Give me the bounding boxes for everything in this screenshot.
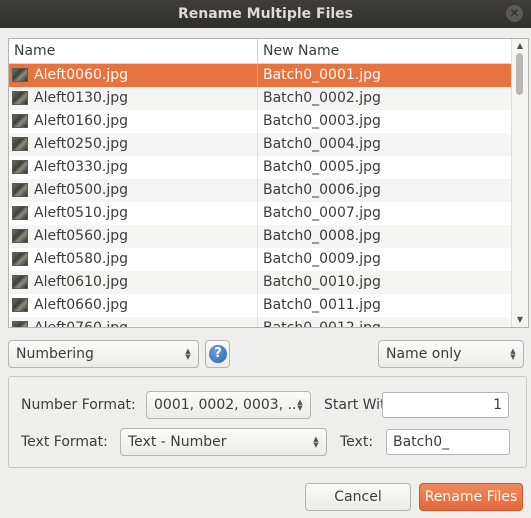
new-name-cell: Batch0_0005.jpg — [263, 159, 381, 175]
scope-value: Name only — [386, 346, 462, 362]
table-row[interactable]: Aleft0580.jpg Batch0_0009.jpg — [9, 248, 512, 271]
file-name: Aleft0610.jpg — [34, 274, 128, 290]
window-title: Rename Multiple Files — [177, 6, 353, 22]
image-thumbnail-icon — [12, 91, 28, 105]
list-scrollbar[interactable]: ▲ ▼ — [511, 39, 528, 327]
scroll-down-icon[interactable]: ▼ — [515, 315, 525, 325]
new-name-cell: Batch0_0006.jpg — [263, 182, 381, 198]
new-name-cell: Batch0_0012.jpg — [263, 320, 381, 328]
file-name: Aleft0500.jpg — [34, 182, 128, 198]
image-thumbnail-icon — [12, 321, 28, 327]
updown-arrows-icon: ▲ ▼ — [510, 347, 516, 361]
new-name-cell: Batch0_0002.jpg — [263, 90, 381, 106]
new-name-cell: Batch0_0004.jpg — [263, 136, 381, 152]
table-row[interactable]: Aleft0560.jpg Batch0_0008.jpg — [9, 225, 512, 248]
new-name-cell: Batch0_0009.jpg — [263, 251, 381, 267]
close-icon[interactable]: ✕ — [506, 5, 523, 22]
table-row[interactable]: Aleft0510.jpg Batch0_0007.jpg — [9, 202, 512, 225]
file-name: Aleft0130.jpg — [34, 90, 128, 106]
new-name-cell: Batch0_0008.jpg — [263, 228, 381, 244]
file-name-cell: Aleft0330.jpg — [9, 156, 258, 179]
file-name-cell: Aleft0760.jpg — [9, 317, 258, 328]
help-button[interactable]: ? — [205, 340, 230, 368]
scroll-up-icon[interactable]: ▲ — [515, 41, 525, 51]
file-name-cell: Aleft0500.jpg — [9, 179, 258, 202]
number-format-select[interactable]: 0001, 0002, 0003, ... ▲ ▼ — [146, 391, 311, 419]
file-name-cell: Aleft0060.jpg — [9, 64, 258, 87]
table-row[interactable]: Aleft0060.jpg Batch0_0001.jpg — [9, 64, 512, 87]
scope-select[interactable]: Name only ▲ ▼ — [378, 340, 524, 368]
text-format-value: Text - Number — [128, 434, 227, 450]
file-name-cell: Aleft0610.jpg — [9, 271, 258, 294]
table-row[interactable]: Aleft0160.jpg Batch0_0003.jpg — [9, 110, 512, 133]
image-thumbnail-icon — [12, 206, 28, 220]
table-row[interactable]: Aleft0760.jpg Batch0_0012.jpg — [9, 317, 512, 328]
file-name: Aleft0510.jpg — [34, 205, 128, 221]
image-thumbnail-icon — [12, 160, 28, 174]
updown-arrows-icon: ▲ ▼ — [185, 347, 191, 361]
table-row[interactable]: Aleft0610.jpg Batch0_0010.jpg — [9, 271, 512, 294]
file-name: Aleft0160.jpg — [34, 113, 128, 129]
title-bar: Rename Multiple Files ✕ — [0, 0, 531, 28]
file-list[interactable]: Name New Name Aleft0060.jpg Batch0_0001.j… — [8, 38, 529, 328]
file-name-cell: Aleft0560.jpg — [9, 225, 258, 248]
rename-method-value: Numbering — [16, 346, 94, 362]
image-thumbnail-icon — [12, 183, 28, 197]
file-name: Aleft0330.jpg — [34, 159, 128, 175]
text-field[interactable]: Batch0_ — [386, 429, 510, 455]
rename-files-button[interactable]: Rename Files — [419, 483, 523, 511]
options-panel: Number Format: 0001, 0002, 0003, ... ▲ ▼ … — [8, 376, 527, 468]
number-format-value: 0001, 0002, 0003, ... — [154, 397, 301, 413]
new-name-cell: Batch0_0007.jpg — [263, 205, 381, 221]
file-name-cell: Aleft0510.jpg — [9, 202, 258, 225]
question-icon: ? — [209, 345, 227, 363]
scroll-thumb[interactable] — [516, 53, 523, 95]
number-format-label: Number Format: — [21, 397, 136, 413]
file-name: Aleft0760.jpg — [34, 320, 128, 328]
image-thumbnail-icon — [12, 114, 28, 128]
table-row[interactable]: Aleft0330.jpg Batch0_0005.jpg — [9, 156, 512, 179]
file-name: Aleft0580.jpg — [34, 251, 128, 267]
file-name-cell: Aleft0250.jpg — [9, 133, 258, 156]
image-thumbnail-icon — [12, 252, 28, 266]
image-thumbnail-icon — [12, 137, 28, 151]
image-thumbnail-icon — [12, 275, 28, 289]
file-name: Aleft0660.jpg — [34, 297, 128, 313]
new-name-cell: Batch0_0010.jpg — [263, 274, 381, 290]
table-row[interactable]: Aleft0130.jpg Batch0_0002.jpg — [9, 87, 512, 110]
new-name-cell: Batch0_0001.jpg — [263, 67, 381, 83]
file-name: Aleft0560.jpg — [34, 228, 128, 244]
cancel-button[interactable]: Cancel — [305, 483, 411, 511]
image-thumbnail-icon — [12, 298, 28, 312]
file-name-cell: Aleft0130.jpg — [9, 87, 258, 110]
rename-method-select[interactable]: Numbering ▲ ▼ — [8, 340, 199, 368]
file-name: Aleft0060.jpg — [34, 67, 128, 83]
file-name-cell: Aleft0580.jpg — [9, 248, 258, 271]
column-header-name[interactable]: Name — [9, 39, 258, 63]
column-header-new-name[interactable]: New Name — [258, 39, 512, 63]
text-format-select[interactable]: Text - Number ▲ ▼ — [120, 428, 327, 456]
file-name: Aleft0250.jpg — [34, 136, 128, 152]
table-row[interactable]: Aleft0250.jpg Batch0_0004.jpg — [9, 133, 512, 156]
updown-arrows-icon: ▲ ▼ — [313, 435, 319, 449]
updown-arrows-icon: ▲ ▼ — [296, 398, 304, 413]
table-row[interactable]: Aleft0660.jpg Batch0_0011.jpg — [9, 294, 512, 317]
table-row[interactable]: Aleft0500.jpg Batch0_0006.jpg — [9, 179, 512, 202]
new-name-cell: Batch0_0011.jpg — [263, 297, 381, 313]
text-format-label: Text Format: — [21, 434, 108, 450]
image-thumbnail-icon — [12, 229, 28, 243]
list-header: Name New Name — [9, 39, 512, 64]
image-thumbnail-icon — [12, 68, 28, 82]
text-label: Text: — [340, 434, 374, 450]
list-rows: Aleft0060.jpg Batch0_0001.jpg Aleft0130.jp… — [9, 64, 512, 328]
new-name-cell: Batch0_0003.jpg — [263, 113, 381, 129]
file-name-cell: Aleft0660.jpg — [9, 294, 258, 317]
file-name-cell: Aleft0160.jpg — [9, 110, 258, 133]
start-with-field[interactable]: 1 — [382, 392, 509, 418]
